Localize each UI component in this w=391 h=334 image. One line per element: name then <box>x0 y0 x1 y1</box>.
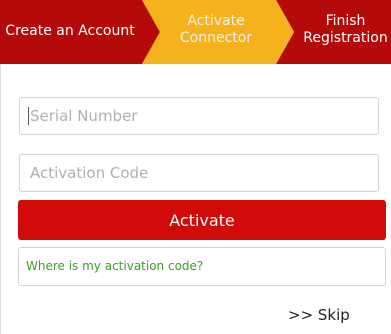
text-cursor <box>28 107 29 125</box>
activation-help-box: Where is my activation code? <box>18 247 386 286</box>
step-activate-label-line1: Activate <box>187 13 245 29</box>
step-activate-connector: Activate Connector <box>152 13 280 47</box>
activation-code-help-link[interactable]: Where is my activation code? <box>26 259 203 273</box>
left-divider <box>0 64 1 334</box>
step-finish-label-line2: Registration <box>303 30 388 46</box>
step-create-account: Create an Account <box>0 23 140 40</box>
activate-button[interactable]: Activate <box>18 200 386 240</box>
step-create-account-label: Create an Account <box>5 23 135 39</box>
step-activate-label-line2: Connector <box>179 30 253 46</box>
activation-code-input[interactable] <box>19 154 379 192</box>
step-finish-label-line1: Finish <box>325 13 366 29</box>
serial-number-input[interactable] <box>19 97 379 135</box>
registration-steps: Create an Account Activate Connector Fin… <box>0 0 391 64</box>
step-finish-registration: Finish Registration <box>300 13 391 47</box>
skip-link[interactable]: >> Skip <box>288 306 350 324</box>
